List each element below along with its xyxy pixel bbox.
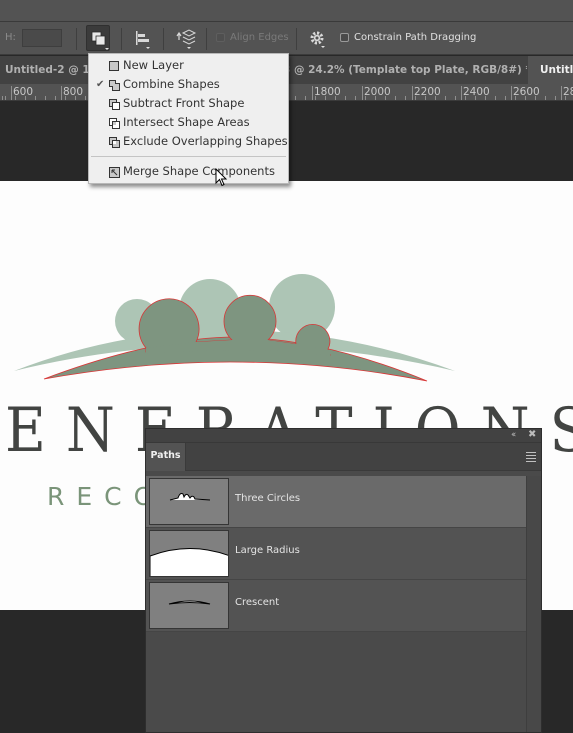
path-name: Crescent <box>235 597 280 608</box>
path-row-three-circles[interactable]: Three Circles <box>146 476 526 528</box>
crescent-thumbnail-icon <box>168 600 211 605</box>
path-alignment-button[interactable] <box>131 25 155 51</box>
checkmark-icon: ✔ <box>96 79 105 90</box>
ruler-label: 28 <box>560 86 573 100</box>
panel-tab-bar: Paths <box>146 443 541 471</box>
path-name: Large Radius <box>235 545 300 556</box>
ruler-label: 800 <box>60 86 84 100</box>
document-tab-active[interactable]: Untitle <box>528 56 573 84</box>
path-operations-icon <box>91 31 109 50</box>
ruler-label: 2400 <box>461 86 490 100</box>
menu-item-label: Combine Shapes <box>123 77 220 91</box>
three-circles-thumbnail-icon <box>169 493 211 501</box>
options-bar: H: Align Edges Constrain Path Dragging <box>0 22 573 55</box>
photoshop-window: H: Align Edges Constrain Path Dragging U… <box>0 0 573 733</box>
menu-item-subtract-front-shape[interactable]: Subtract Front Shape <box>89 94 288 113</box>
menu-item-new-layer[interactable]: New Layer <box>89 56 288 75</box>
divider <box>296 28 297 50</box>
path-thumbnail <box>149 530 229 577</box>
settings-button[interactable] <box>306 25 330 51</box>
menu-item-label: New Layer <box>123 58 184 72</box>
tab-label: 3 @ 24.2% (Template top Plate, RGB/8#) * <box>283 64 527 76</box>
panel-scrollbar[interactable] <box>526 476 541 732</box>
align-edges-option[interactable]: Align Edges <box>216 32 289 43</box>
merge-shape-components-icon <box>109 167 120 178</box>
document-tab[interactable]: 3 @ 24.2% (Template top Plate, RGB/8#) *… <box>283 56 527 84</box>
divider <box>121 28 122 50</box>
exclude-overlapping-shapes-icon <box>109 137 120 148</box>
menu-item-label: Subtract Front Shape <box>123 96 245 110</box>
menu-item-label: Intersect Shape Areas <box>123 115 250 129</box>
gear-icon <box>310 31 325 48</box>
divider <box>163 28 164 50</box>
menu-item-intersect-shape-areas[interactable]: Intersect Shape Areas <box>89 113 288 132</box>
divider <box>206 28 207 50</box>
menu-separator <box>91 156 286 157</box>
path-arrangement-button[interactable] <box>173 25 197 51</box>
constrain-path-dragging-label: Constrain Path Dragging <box>354 32 477 43</box>
menu-bar <box>0 0 573 22</box>
large-radius-thumbnail-icon <box>150 548 228 576</box>
height-label: H: <box>5 32 16 43</box>
mouse-cursor-icon <box>215 168 228 187</box>
constrain-path-dragging-option[interactable]: Constrain Path Dragging <box>340 32 476 43</box>
paths-panel: ‹‹ ✖ Paths Three Circles Large Radius Cr… <box>145 428 542 733</box>
ruler-label: 600 <box>10 86 34 100</box>
document-tab[interactable]: Untitled-2 @ 10 <box>5 56 90 84</box>
path-thumbnail <box>149 478 229 525</box>
ruler-label: 2000 <box>362 86 391 100</box>
panel-title-bar[interactable]: ‹‹ ✖ <box>146 429 541 443</box>
new-layer-icon <box>109 61 119 71</box>
path-thumbnail <box>149 582 229 629</box>
path-row-large-radius[interactable]: Large Radius <box>146 528 526 580</box>
paths-list: Three Circles Large Radius Crescent <box>146 476 526 632</box>
path-name: Three Circles <box>235 493 301 504</box>
menu-item-label: Exclude Overlapping Shapes <box>123 134 288 148</box>
panel-menu-icon[interactable] <box>526 452 536 464</box>
ruler-label: 2600 <box>511 86 540 100</box>
align-edges-label: Align Edges <box>230 32 289 43</box>
menu-item-exclude-overlapping-shapes[interactable]: Exclude Overlapping Shapes <box>89 132 288 151</box>
path-row-crescent[interactable]: Crescent <box>146 580 526 632</box>
menu-item-label: Merge Shape Components <box>123 164 275 178</box>
menu-item-combine-shapes[interactable]: ✔ Combine Shapes <box>89 75 288 94</box>
ruler-label: 2200 <box>412 86 441 100</box>
tab-paths[interactable]: Paths <box>146 443 186 471</box>
constrain-path-dragging-checkbox[interactable] <box>340 33 349 42</box>
align-edges-checkbox[interactable] <box>216 33 225 42</box>
ruler-label: 1800 <box>312 86 341 100</box>
path-operations-menu: New Layer ✔ Combine Shapes Subtract Fron… <box>88 53 289 184</box>
tab-label: Untitle <box>540 64 573 76</box>
divider <box>76 28 77 50</box>
subtract-front-shape-icon <box>109 99 120 110</box>
close-panel-icon[interactable]: ✖ <box>528 429 536 440</box>
tab-label: Untitled-2 @ 10 <box>5 64 90 76</box>
collapse-panel-icon[interactable]: ‹‹ <box>511 430 516 440</box>
intersect-shape-areas-icon <box>109 118 120 129</box>
height-input[interactable] <box>22 29 62 47</box>
path-alignment-icon <box>136 31 150 49</box>
menu-item-merge-shape-components[interactable]: Merge Shape Components <box>89 162 288 181</box>
combine-shapes-icon <box>109 80 120 91</box>
path-arrangement-icon <box>176 29 197 49</box>
path-operations-button[interactable] <box>86 25 110 51</box>
